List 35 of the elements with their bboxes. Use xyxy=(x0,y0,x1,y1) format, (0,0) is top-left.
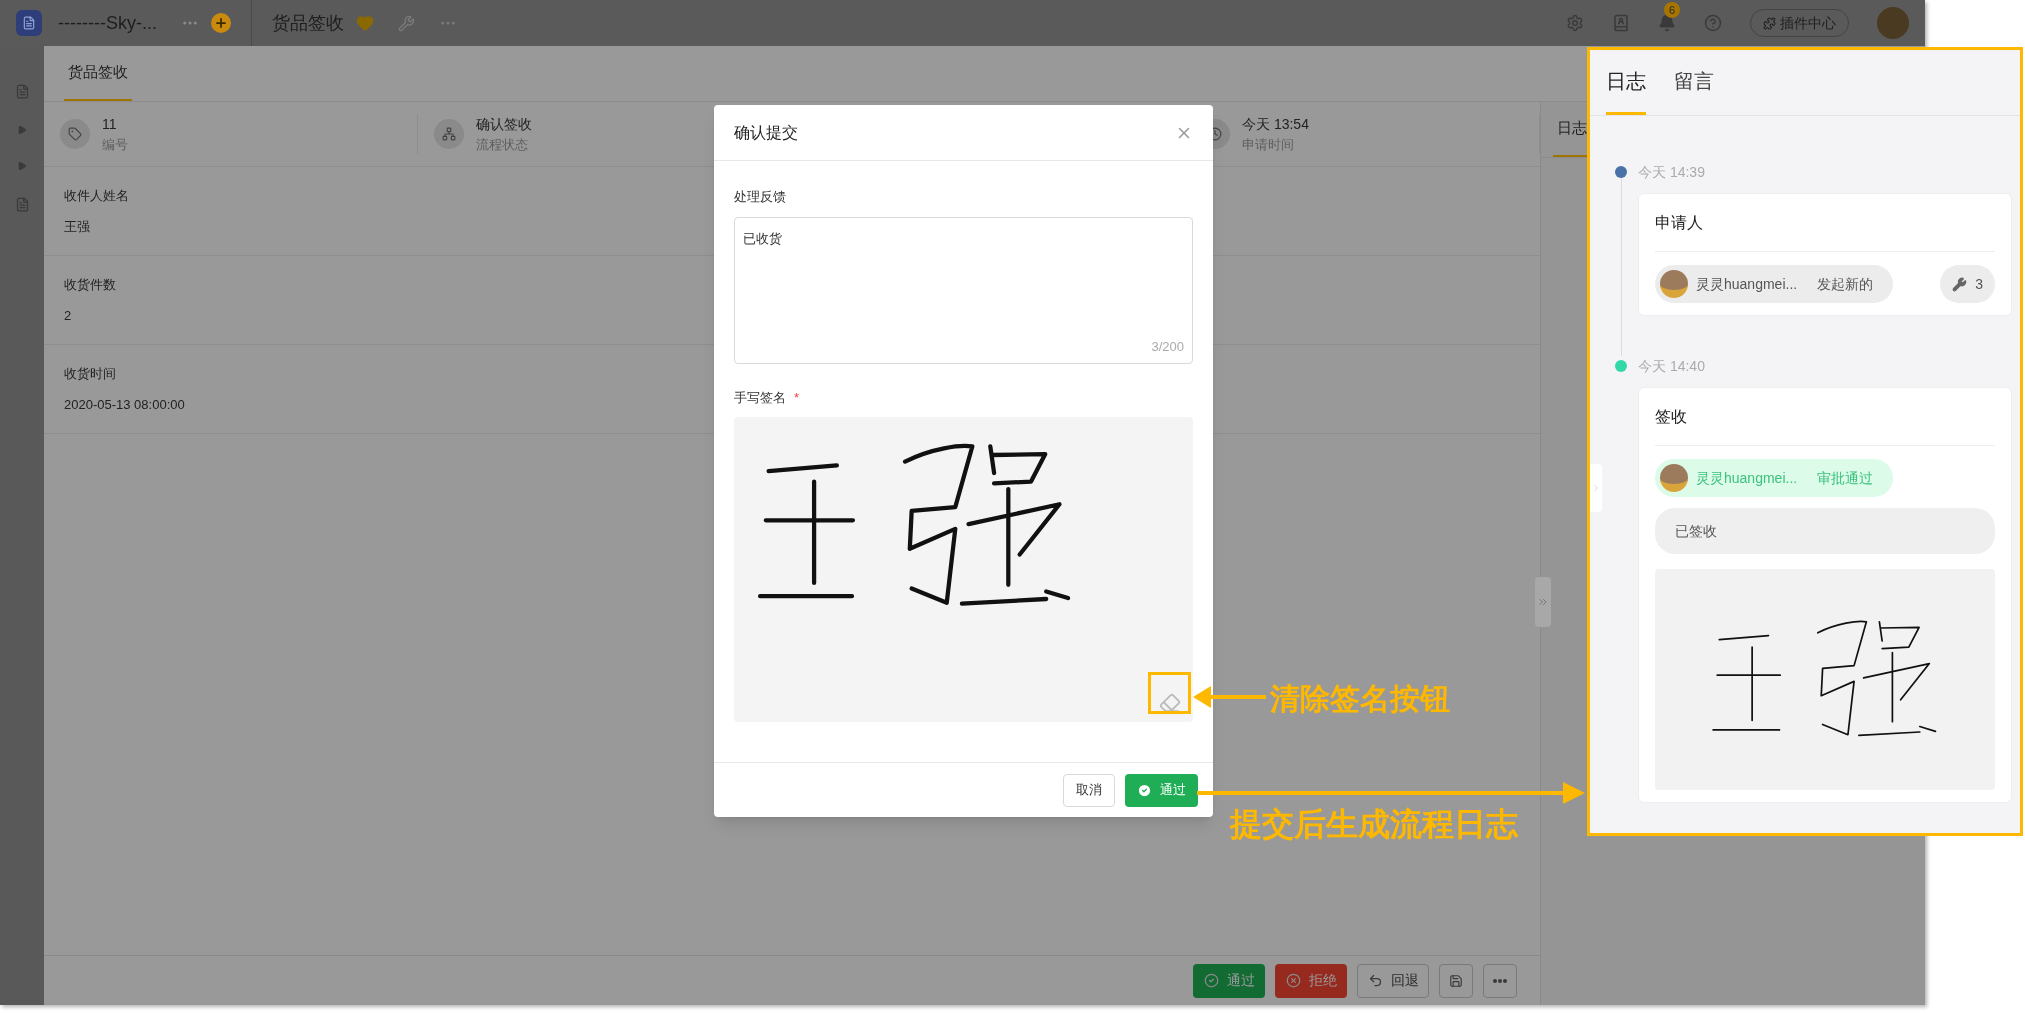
annotation-text: 提交后生成流程日志 xyxy=(1230,805,1518,844)
log-title: 申请人 xyxy=(1655,212,1703,233)
approve-button[interactable]: 通过 xyxy=(1125,773,1198,807)
dialog-title: 确认提交 xyxy=(734,122,798,143)
field-label: 收件人姓名 xyxy=(64,186,129,205)
log-tab[interactable]: 日志 xyxy=(1606,66,1646,115)
field-value: 2 xyxy=(64,307,72,325)
field-value: 2020-05-13 08:00:00 xyxy=(64,396,185,414)
required-mark: * xyxy=(794,388,800,407)
signature-label: 手写签名 xyxy=(734,388,786,407)
cancel-button[interactable]: 取消 xyxy=(1063,773,1115,807)
page-tab[interactable]: 货品签收 xyxy=(64,46,132,101)
summary-value: 确认签收 xyxy=(476,114,532,134)
user-action-pill: 灵灵huangmei... 发起新的 xyxy=(1655,265,1894,303)
feedback-label: 处理反馈 xyxy=(734,188,787,206)
field-value: 王强 xyxy=(64,218,90,236)
annotation-text: 清除签名按钮 xyxy=(1270,681,1450,717)
count-text: 3 xyxy=(1975,274,1983,294)
user-action-pill: 灵灵huangmei... 审批通过 xyxy=(1655,459,1894,497)
log-time: 今天 14:40 xyxy=(1638,357,1706,376)
field-label: 收货件数 xyxy=(64,275,116,294)
log-title: 签收 xyxy=(1655,406,1687,427)
field-label: 收货时间 xyxy=(64,364,116,383)
summary-value: 11 xyxy=(102,114,118,134)
summary-label: 编号 xyxy=(102,135,128,154)
character-counter: 3/200 xyxy=(1151,338,1184,356)
comment-bubble: 已签收 xyxy=(1655,508,1995,554)
feedback-textarea[interactable]: 已收货 3/200 xyxy=(734,216,1193,364)
return-button[interactable]: 回退 xyxy=(1357,963,1429,998)
page-title: 货品签收 xyxy=(271,11,344,35)
reject-button[interactable]: 拒绝 xyxy=(1275,963,1347,998)
notification-badge: 6 xyxy=(1664,2,1680,18)
log-time: 今天 14:39 xyxy=(1638,163,1706,182)
log-tab[interactable]: 留言 xyxy=(1674,66,1714,115)
summary-value: 今天 13:54 xyxy=(1242,114,1309,134)
